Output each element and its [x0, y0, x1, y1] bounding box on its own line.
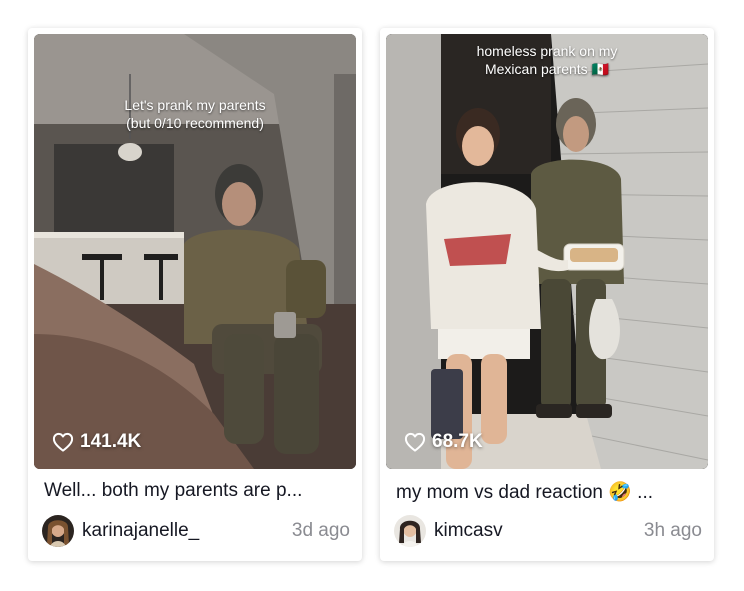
- video-title[interactable]: Well... both my parents are p...: [44, 480, 348, 502]
- avatar[interactable]: [394, 515, 426, 547]
- video-title[interactable]: my mom vs dad reaction 🤣 ...: [396, 480, 700, 504]
- posted-time: 3h ago: [643, 520, 702, 541]
- username[interactable]: karinajanelle_: [82, 520, 199, 542]
- thumbnail-image: [386, 34, 708, 469]
- heart-outline-icon: [52, 432, 74, 452]
- heart-outline-icon: [404, 432, 426, 452]
- avatar[interactable]: [42, 515, 74, 547]
- likes-value: 68.7K: [432, 431, 483, 452]
- overlay-caption: Let's prank my parents (but 0/10 recomme…: [124, 97, 266, 131]
- posted-time: 3d ago: [291, 520, 350, 541]
- video-meta: kimcasv 3h ago: [394, 514, 702, 548]
- video-thumbnail[interactable]: Let's prank my parents (but 0/10 recomme…: [34, 34, 356, 469]
- likes-value: 141.4K: [80, 431, 142, 452]
- video-grid: Let's prank my parents (but 0/10 recomme…: [0, 0, 744, 591]
- video-thumbnail[interactable]: homeless prank on my Mexican parents 🇲🇽 …: [386, 34, 708, 469]
- likes-count: 68.7K: [404, 431, 483, 453]
- username[interactable]: kimcasv: [434, 520, 503, 542]
- video-card[interactable]: homeless prank on my Mexican parents 🇲🇽 …: [380, 28, 714, 561]
- overlay-caption: homeless prank on my Mexican parents 🇲🇽: [476, 43, 618, 77]
- video-card[interactable]: Let's prank my parents (but 0/10 recomme…: [28, 28, 362, 561]
- likes-count: 141.4K: [52, 431, 141, 453]
- video-meta: karinajanelle_ 3d ago: [42, 514, 350, 548]
